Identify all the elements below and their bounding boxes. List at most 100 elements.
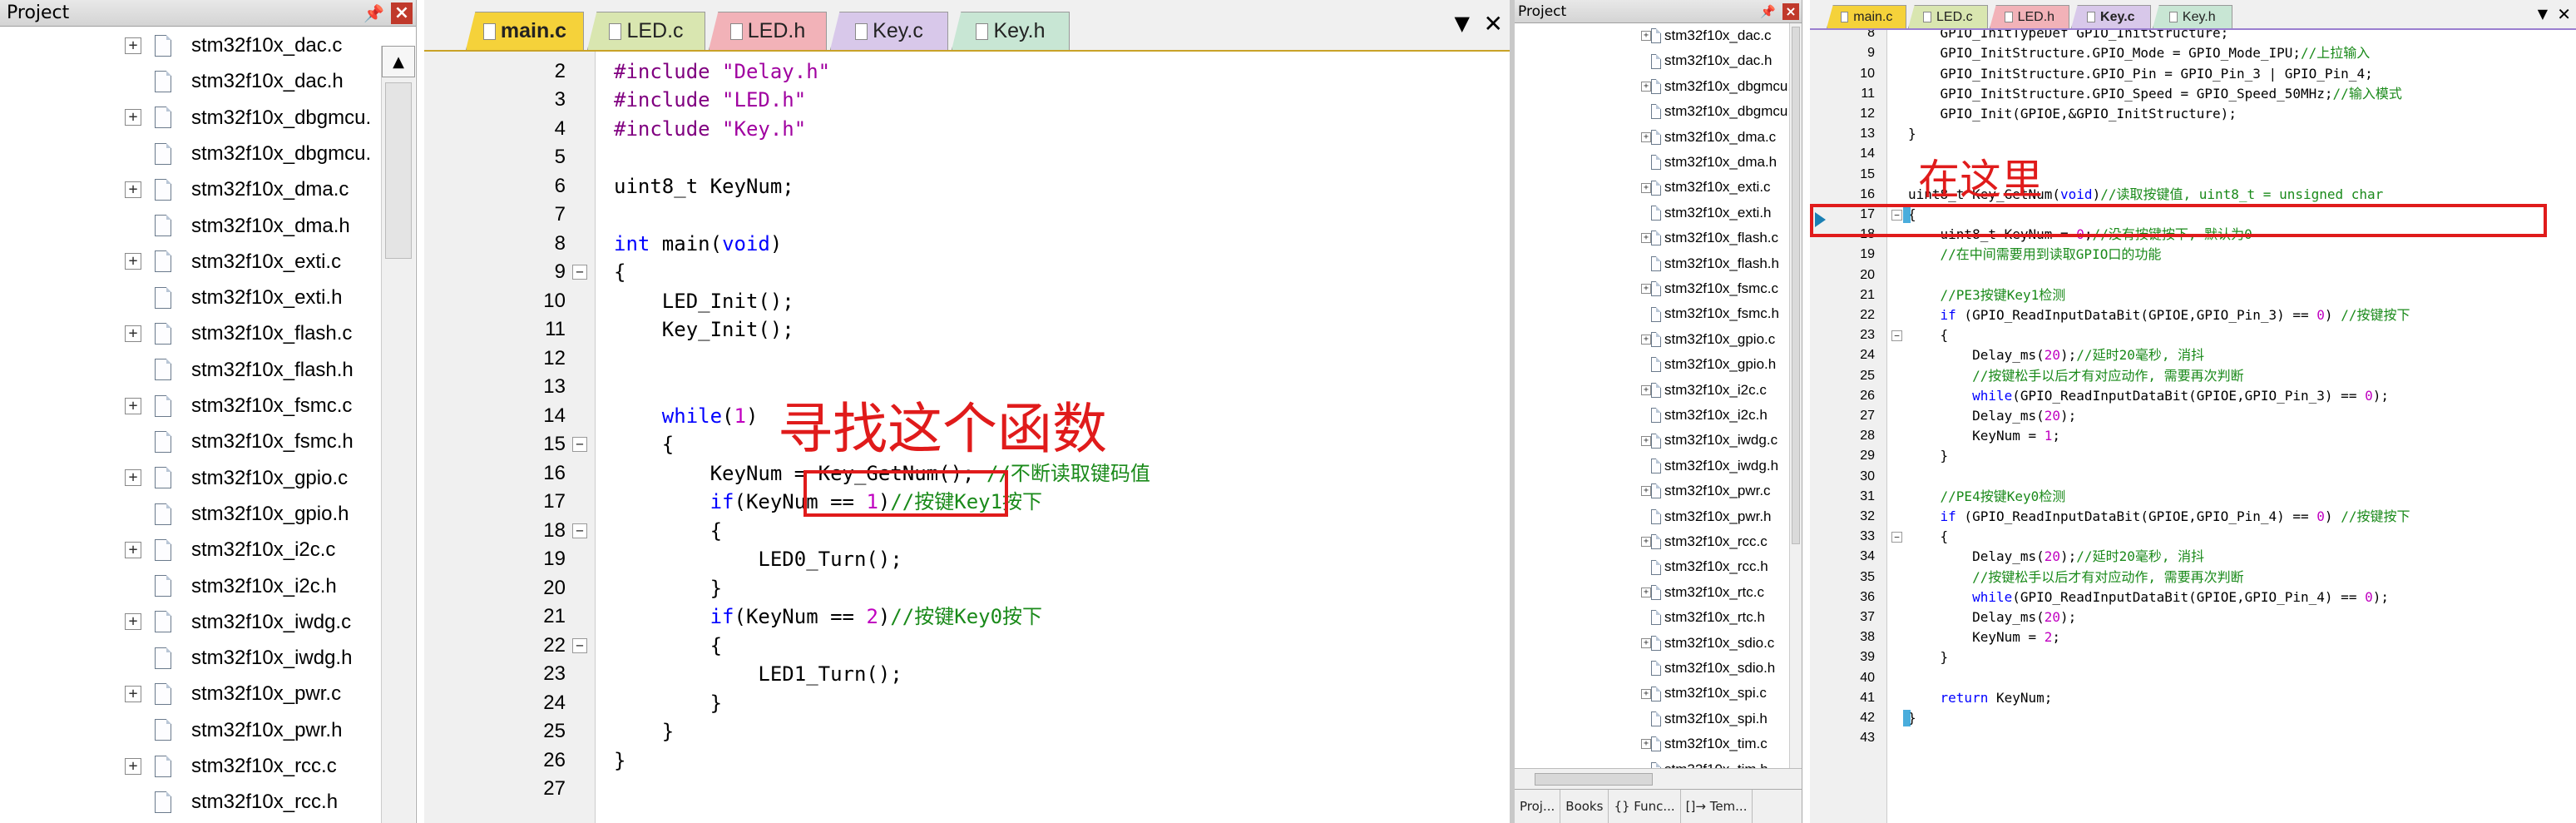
tree-item[interactable]: + stm32f10x_fsmc.c xyxy=(1515,276,1789,301)
code-line[interactable]: int main(void) xyxy=(614,230,782,259)
code-line[interactable]: } xyxy=(614,689,722,718)
tree-item[interactable]: stm32f10x_pwr.h xyxy=(0,712,378,748)
tab-dropdown-icon[interactable]: ▼ xyxy=(1455,12,1470,35)
expand-icon[interactable]: + xyxy=(125,37,141,54)
tab-key-c[interactable]: Key.c xyxy=(830,12,948,50)
expand-icon[interactable]: + xyxy=(125,686,141,703)
tree-item[interactable]: stm32f10x_spi.h xyxy=(1515,706,1789,731)
tree-item[interactable]: + stm32f10x_fsmc.c xyxy=(0,388,378,424)
code-line[interactable]: Delay_ms(20); xyxy=(1908,406,2076,426)
code-line[interactable]: Delay_ms(20);//延时20毫秒, 消抖 xyxy=(1908,547,2204,567)
expand-icon[interactable]: + xyxy=(125,613,141,631)
code-line[interactable]: LED_Init(); xyxy=(614,287,794,316)
code-line[interactable]: Delay_ms(20);//延时20毫秒, 消抖 xyxy=(1908,345,2204,365)
code-line[interactable]: { xyxy=(1908,325,1949,345)
scroll-thumb[interactable] xyxy=(385,82,412,259)
tree-item[interactable]: stm32f10x_dac.h xyxy=(0,63,378,99)
tree-item[interactable]: stm32f10x_i2c.h xyxy=(1515,403,1789,428)
code-line[interactable]: //PE4按键Key0检测 xyxy=(1908,487,2066,507)
tree-item[interactable]: stm32f10x_dbgmcu. xyxy=(1515,99,1789,124)
tree-item[interactable]: stm32f10x_iwdg.h xyxy=(0,640,378,676)
tree-item[interactable]: stm32f10x_fsmc.h xyxy=(1515,301,1789,326)
bottom-tab[interactable]: Books xyxy=(1560,790,1609,823)
code-line[interactable]: } xyxy=(614,746,625,776)
tree-item[interactable]: stm32f10x_tim.h xyxy=(1515,757,1789,768)
tree-item[interactable]: stm32f10x_iwdg.h xyxy=(1515,454,1789,478)
code-line[interactable]: KeyNum = 2; xyxy=(1908,627,2060,647)
code-line[interactable]: Key_Init(); xyxy=(614,315,794,345)
expand-icon[interactable]: + xyxy=(1641,284,1651,295)
tree-item[interactable]: stm32f10x_flash.h xyxy=(0,352,378,388)
tree-item[interactable]: stm32f10x_pwr.h xyxy=(1515,504,1789,529)
tree-item[interactable]: stm32f10x_sdio.h xyxy=(1515,656,1789,681)
expand-icon[interactable]: + xyxy=(1641,587,1651,597)
code-line[interactable]: if(KeyNum == 2)//按键Key0按下 xyxy=(614,602,1042,632)
scroll-up-icon[interactable]: ▲ xyxy=(382,46,415,77)
tab-led-c[interactable]: LED.c xyxy=(587,12,705,50)
expand-icon[interactable]: + xyxy=(1641,739,1651,750)
code-line[interactable]: { xyxy=(1908,527,1949,547)
expand-icon[interactable]: + xyxy=(125,325,141,343)
tree-item[interactable]: stm32f10x_rtc.h xyxy=(1515,605,1789,630)
code-line[interactable]: //按键松手以后才有对应动作, 需要再次判断 xyxy=(1908,568,2244,588)
code-line[interactable]: #include "Key.h" xyxy=(614,115,806,144)
tab-key-c[interactable]: Key.c xyxy=(2071,5,2151,28)
expand-icon[interactable]: + xyxy=(125,757,141,775)
expand-icon[interactable]: + xyxy=(1641,688,1651,699)
tree-item[interactable]: stm32f10x_rcc.h xyxy=(0,784,378,820)
tree-item[interactable]: + stm32f10x_dma.c xyxy=(0,171,378,207)
tab-led-c[interactable]: LED.c xyxy=(1908,5,1988,28)
expand-icon[interactable]: + xyxy=(125,541,141,558)
fold-icon[interactable]: − xyxy=(1891,532,1902,543)
bottom-tab[interactable]: []→ Tem... xyxy=(1681,790,1753,823)
expand-icon[interactable]: + xyxy=(1641,182,1651,193)
tree-item[interactable]: + stm32f10x_i2c.c xyxy=(0,532,378,568)
close-icon[interactable]: × xyxy=(391,2,413,24)
tree-item[interactable]: stm32f10x_dma.h xyxy=(0,208,378,244)
code-line[interactable]: if (GPIO_ReadInputDataBit(GPIOE,GPIO_Pin… xyxy=(1908,507,2410,527)
scroll-thumb-right[interactable] xyxy=(1792,27,1800,544)
tree-scrollbar[interactable]: ▲ xyxy=(381,46,415,823)
tree-item[interactable]: stm32f10x_i2c.h xyxy=(0,568,378,604)
code-line[interactable]: { xyxy=(614,517,722,546)
horizontal-scrollbar[interactable] xyxy=(1515,768,1802,789)
tree-item[interactable]: + stm32f10x_dbgmcu. xyxy=(0,100,378,136)
fold-icon[interactable]: − xyxy=(572,637,587,653)
tree-item[interactable]: + stm32f10x_i2c.c xyxy=(1515,378,1789,403)
code-line[interactable]: LED0_Turn(); xyxy=(614,545,902,574)
tree-item[interactable]: + stm32f10x_flash.c xyxy=(1515,226,1789,250)
tab-main-c[interactable]: main.c xyxy=(1827,5,1906,28)
tree-item[interactable]: stm32f10x_exti.h xyxy=(0,280,378,315)
code-line[interactable]: { xyxy=(614,258,625,287)
tab-led-h[interactable]: LED.h xyxy=(1990,5,2069,28)
tree-item[interactable]: + stm32f10x_flash.c xyxy=(0,315,378,351)
code-line[interactable]: while(1) xyxy=(614,402,759,431)
tree-item[interactable]: + stm32f10x_dbgmcu. xyxy=(1515,74,1789,99)
code-line[interactable]: } xyxy=(1908,446,1949,466)
expand-icon[interactable]: + xyxy=(1641,486,1651,497)
code-line[interactable]: GPIO_InitStructure.GPIO_Speed = GPIO_Spe… xyxy=(1908,84,2402,104)
close-icon-right[interactable]: × xyxy=(1782,2,1799,20)
tree-item[interactable]: stm32f10x_exti.h xyxy=(1515,201,1789,226)
code-line[interactable]: GPIO_InitTypeDef GPIO_InitStructure; xyxy=(1908,30,2229,43)
code-line[interactable]: { xyxy=(614,632,722,661)
fold-icon[interactable]: − xyxy=(1891,330,1902,342)
tree-item[interactable]: + stm32f10x_iwdg.c xyxy=(1515,428,1789,453)
tree-item[interactable]: stm32f10x_dma.h xyxy=(1515,150,1789,175)
tree-item[interactable]: + stm32f10x_dac.c xyxy=(0,27,378,63)
expand-icon[interactable]: + xyxy=(125,469,141,487)
code-line[interactable]: #include "LED.h" xyxy=(614,86,806,115)
tab-close-icon[interactable]: ✕ xyxy=(1484,10,1503,37)
tree-item[interactable]: + stm32f10x_dac.c xyxy=(1515,23,1789,48)
pin-icon-right[interactable]: 📌 xyxy=(1760,4,1776,19)
tab-close-icon-right[interactable]: ✕ xyxy=(2557,4,2571,24)
tree-item[interactable]: stm32f10x_dac.h xyxy=(1515,48,1789,73)
code-line[interactable]: //在中间需要用到读取GPIO口的功能 xyxy=(1908,245,2162,265)
expand-icon[interactable]: + xyxy=(1641,435,1651,446)
expand-icon[interactable]: + xyxy=(1641,31,1651,42)
tree-item[interactable]: + stm32f10x_spi.c xyxy=(1515,681,1789,706)
expand-icon[interactable]: + xyxy=(125,181,141,198)
tree-item[interactable]: stm32f10x_dbgmcu. xyxy=(0,136,378,171)
code-line[interactable]: } xyxy=(1908,124,1916,144)
expand-icon[interactable]: + xyxy=(125,109,141,126)
